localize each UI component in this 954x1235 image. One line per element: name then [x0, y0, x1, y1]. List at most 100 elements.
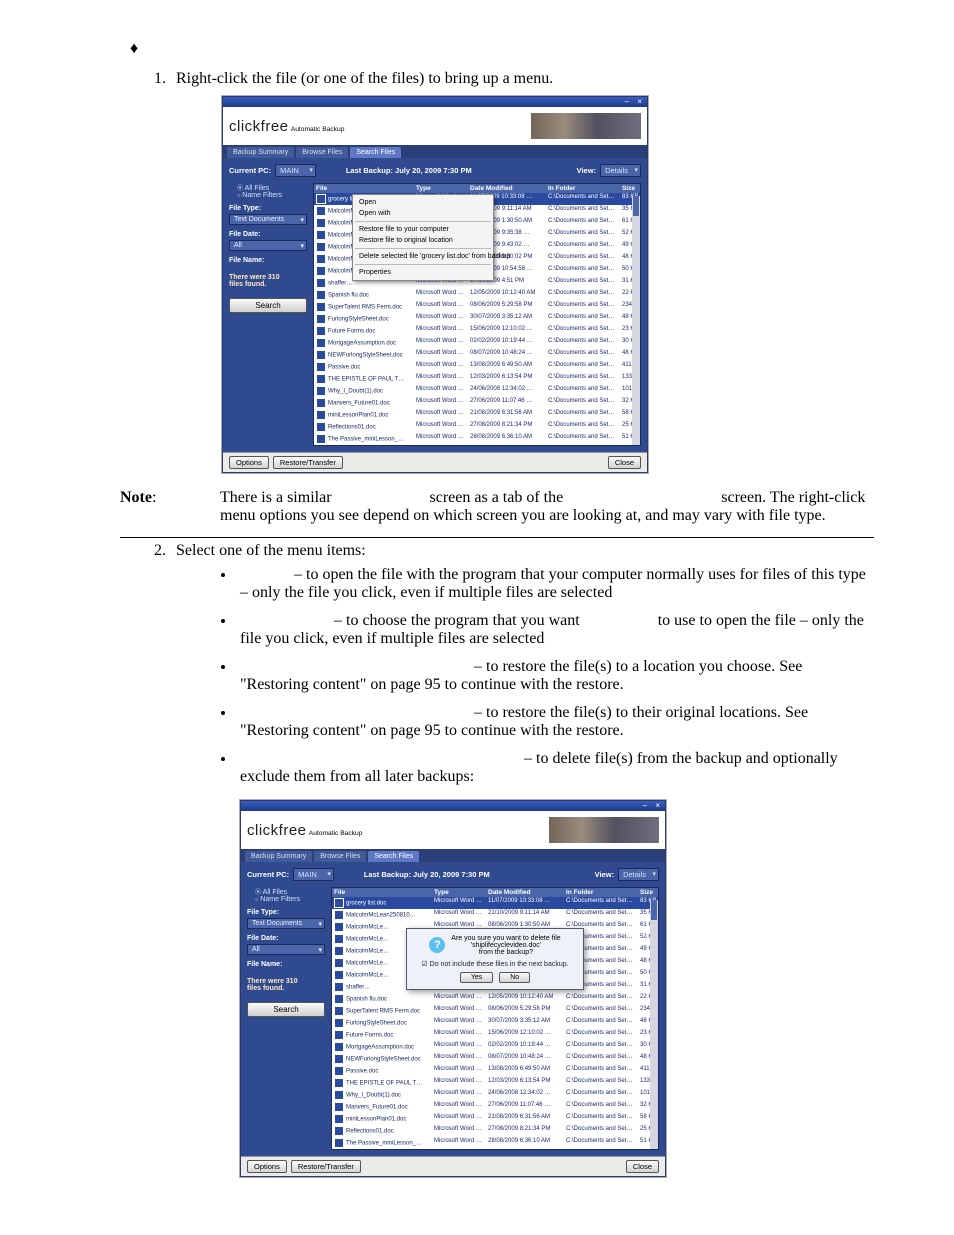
table-row[interactable]: Why_I_Doubt(1).docMicrosoft Word …24/06/… [314, 385, 640, 397]
tab-bar: Backup Summary Browse Files Search Files [223, 145, 647, 158]
doc-icon [316, 422, 326, 432]
table-row[interactable]: NEWFurlongStyleSheet.docMicrosoft Word …… [332, 1053, 658, 1065]
radio-name-filters[interactable]: Name Filters [255, 896, 325, 903]
table-row[interactable]: The Passive_miniLesson_…Microsoft Word …… [332, 1137, 658, 1149]
table-row[interactable]: miniLessonPlan01.docMicrosoft Word …21/0… [332, 1113, 658, 1125]
table-row[interactable]: MortgageAssumption.docMicrosoft Word …02… [314, 337, 640, 349]
table-row[interactable]: Passive.docMicrosoft Word …13/08/2009 6:… [332, 1065, 658, 1077]
dialog-checkbox-row[interactable]: ☑ Do not include these files in the next… [413, 960, 577, 968]
filetype-dropdown[interactable]: Text Documents [247, 918, 325, 929]
tab-search-files[interactable]: Search Files [368, 851, 419, 862]
col-file[interactable]: File [332, 888, 432, 897]
table-row[interactable]: FurlongStyleSheet.docMicrosoft Word …30/… [332, 1017, 658, 1029]
filedate-dropdown[interactable]: All [247, 944, 325, 955]
question-icon: ? [429, 937, 445, 953]
tab-browse-files[interactable]: Browse Files [314, 851, 366, 862]
options-button[interactable]: Options [247, 1160, 287, 1173]
col-folder[interactable]: In Folder [546, 184, 620, 193]
menu-open[interactable]: Open [353, 197, 493, 208]
step1-text: Right-click the file (or one of the file… [176, 70, 553, 87]
window-titlebar: – × [241, 801, 665, 811]
table-row[interactable]: SuperTalent RMS Ferm.docMicrosoft Word …… [332, 1005, 658, 1017]
col-size[interactable]: Size [638, 888, 659, 897]
table-row[interactable]: grocery list.docMicrosoft Word …11/07/20… [332, 897, 658, 909]
search-button[interactable]: Search [229, 298, 307, 313]
filedate-dropdown[interactable]: All [229, 240, 307, 251]
list-scrollbar[interactable] [632, 196, 640, 445]
list-scrollbar[interactable] [650, 900, 658, 1149]
current-pc-dropdown[interactable]: MAIN [293, 868, 334, 881]
window-footer: Options Restore/Transfer Close [223, 452, 647, 472]
last-backup-label: Last Backup: July 20, 2009 7:30 PM [364, 870, 490, 879]
tab-backup-summary[interactable]: Backup Summary [227, 147, 294, 158]
table-row[interactable]: Spanish flu.docMicrosoft Word …12/05/200… [332, 993, 658, 1005]
radio-all-files[interactable]: All Files [255, 887, 325, 896]
table-row[interactable]: miniLessonPlan01.docMicrosoft Word …21/0… [314, 409, 640, 421]
delete-confirm-dialog: ? Are you sure you want to delete file '… [406, 928, 584, 990]
filter-panel: All Files Name Filters File Type: Text D… [247, 887, 325, 1150]
table-row[interactable]: Reflections01.docMicrosoft Word …27/08/2… [332, 1125, 658, 1137]
window-controls[interactable]: – × [643, 801, 663, 810]
doc-icon [334, 982, 344, 992]
table-row[interactable]: Manvers_Future01.docMicrosoft Word …27/0… [314, 397, 640, 409]
table-row[interactable]: The Passive_miniLesson_…Microsoft Word …… [314, 433, 640, 445]
table-row[interactable]: Future Forms.docMicrosoft Word …15/06/20… [314, 325, 640, 337]
table-row[interactable]: MortgageAssumption.docMicrosoft Word …02… [332, 1041, 658, 1053]
tab-search-files[interactable]: Search Files [350, 147, 401, 158]
current-pc-dropdown[interactable]: MAIN [275, 164, 316, 177]
tab-browse-files[interactable]: Browse Files [296, 147, 348, 158]
table-row[interactable]: MalcolmMcLean250810…Microsoft Word …21/1… [332, 909, 658, 921]
menu-properties[interactable]: Properties [353, 267, 493, 278]
search-button[interactable]: Search [247, 1002, 325, 1017]
close-button[interactable]: Close [608, 456, 641, 469]
filetype-dropdown[interactable]: Text Documents [229, 214, 307, 225]
menu-delete[interactable]: Delete selected file 'grocery list.doc' … [353, 251, 493, 262]
options-button[interactable]: Options [229, 456, 269, 469]
doc-icon [316, 302, 326, 312]
col-type[interactable]: Type [414, 184, 468, 193]
restore-transfer-button[interactable]: Restore/Transfer [273, 456, 343, 469]
table-row[interactable]: Why_I_Doubt(1).docMicrosoft Word …24/06/… [332, 1089, 658, 1101]
doc-icon [334, 1090, 344, 1100]
window-controls[interactable]: – × [625, 97, 645, 106]
checkbox-icon[interactable]: ☑ [421, 961, 427, 968]
menu-open-with[interactable]: Open with [353, 208, 493, 219]
no-button[interactable]: No [499, 972, 530, 983]
col-type[interactable]: Type [432, 888, 486, 897]
table-row[interactable]: Future Forms.docMicrosoft Word …15/06/20… [332, 1029, 658, 1041]
window-footer: Options Restore/Transfer Close [241, 1156, 665, 1176]
col-folder[interactable]: In Folder [564, 888, 638, 897]
doc-icon [334, 922, 344, 932]
view-dropdown[interactable]: Details [618, 868, 659, 881]
view-dropdown[interactable]: Details [600, 164, 641, 177]
col-date[interactable]: Date Modified [468, 184, 546, 193]
tab-backup-summary[interactable]: Backup Summary [245, 851, 312, 862]
doc-icon [334, 1018, 344, 1028]
doc-icon [334, 910, 344, 920]
doc-icon [316, 218, 326, 228]
close-button[interactable]: Close [626, 1160, 659, 1173]
menu-sep-3 [355, 264, 491, 265]
col-size[interactable]: Size [620, 184, 641, 193]
table-row[interactable]: Reflections01.docMicrosoft Word …27/08/2… [314, 421, 640, 433]
table-row[interactable]: Manvers_Future01.docMicrosoft Word …27/0… [332, 1101, 658, 1113]
table-row[interactable]: FurlongStyleSheet.docMicrosoft Word …30/… [314, 313, 640, 325]
col-file[interactable]: File [314, 184, 414, 193]
table-row[interactable]: Spanish flu.docMicrosoft Word …12/05/200… [314, 289, 640, 301]
filedate-label: File Date: [229, 231, 307, 238]
radio-name-filters[interactable]: Name Filters [237, 192, 307, 199]
radio-all-files[interactable]: All Files [237, 183, 307, 192]
table-row[interactable]: THE EPISTLE OF PAUL T…Microsoft Word …12… [314, 373, 640, 385]
menu-restore[interactable]: Restore file to your computer [353, 224, 493, 235]
col-date[interactable]: Date Modified [486, 888, 564, 897]
table-row[interactable]: Passive.docMicrosoft Word …13/08/2009 6:… [314, 361, 640, 373]
restore-transfer-button[interactable]: Restore/Transfer [291, 1160, 361, 1173]
tab-bar: Backup Summary Browse Files Search Files [241, 849, 665, 862]
menu-restore-orig[interactable]: Restore file to original location [353, 235, 493, 246]
table-row[interactable]: SuperTalent RMS Ferm.docMicrosoft Word …… [314, 301, 640, 313]
filename-label: File Name: [247, 961, 325, 968]
yes-button[interactable]: Yes [460, 972, 493, 983]
table-row[interactable]: NEWFurlongStyleSheet.docMicrosoft Word …… [314, 349, 640, 361]
header-photo-strip [549, 817, 659, 843]
table-row[interactable]: THE EPISTLE OF PAUL T…Microsoft Word …12… [332, 1077, 658, 1089]
